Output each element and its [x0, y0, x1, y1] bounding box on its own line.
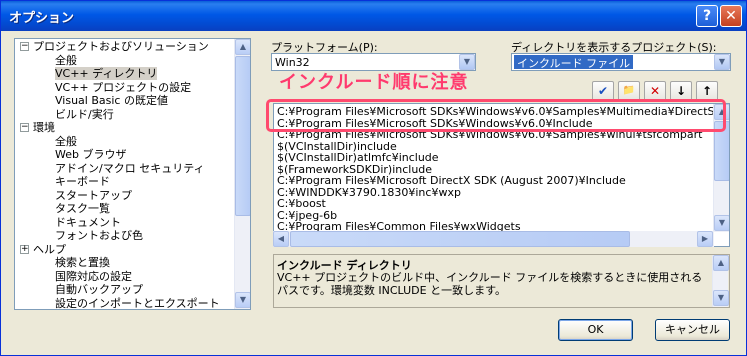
- folder-icon: 📁: [622, 85, 636, 96]
- close-button[interactable]: ✕: [720, 5, 742, 27]
- annotation-text: インクルード順に注意: [279, 72, 469, 93]
- description-scrollbar[interactable]: ▲ ▼: [712, 255, 729, 307]
- collapse-icon[interactable]: −: [20, 42, 29, 51]
- new-line-button[interactable]: 📁: [618, 81, 640, 101]
- scroll-up-button[interactable]: ▲: [713, 255, 729, 271]
- tree-item[interactable]: 環境: [33, 121, 55, 134]
- tree-vertical-scrollbar[interactable]: ▲ ▼: [234, 39, 250, 309]
- tree-item[interactable]: アドイン/マクロ セキュリティ: [55, 162, 205, 175]
- scroll-down-button[interactable]: ▼: [713, 290, 729, 306]
- scroll-down-button[interactable]: ▼: [235, 292, 250, 308]
- expand-icon[interactable]: +: [20, 244, 29, 254]
- scroll-down-button[interactable]: ▼: [714, 215, 729, 231]
- collapse-icon[interactable]: −: [20, 123, 29, 132]
- tree-item[interactable]: 全般: [55, 54, 77, 67]
- arrow-up-icon: ↑: [701, 84, 713, 98]
- tree-item[interactable]: キーボード: [55, 175, 110, 188]
- delete-line-button[interactable]: ✕: [644, 81, 666, 101]
- tree-item[interactable]: Web ブラウザ: [55, 148, 126, 161]
- description-panel: インクルード ディレクトリ VC++ プロジェクトのビルド中、インクルード ファ…: [273, 254, 730, 308]
- show-dirs-value: インクルード ファイル: [514, 55, 634, 70]
- dialog-title: オプション: [9, 11, 75, 26]
- options-dialog: オプション ? ✕ − プロジェクトおよびソリューション 全般 VC++ ディレクトリ…: [0, 0, 747, 356]
- tree-item[interactable]: フォントおよび色: [55, 229, 143, 242]
- tree-item[interactable]: 国際対応の設定: [55, 270, 132, 283]
- scroll-right-button[interactable]: ▶: [697, 231, 713, 247]
- move-up-button[interactable]: ↑: [696, 81, 718, 101]
- tree-item[interactable]: VC++ プロジェクトの設定: [55, 81, 191, 94]
- check-path-button[interactable]: ✔: [592, 81, 614, 101]
- tree-item[interactable]: 検索と置換: [55, 256, 110, 269]
- check-icon: ✔: [597, 84, 609, 98]
- help-button[interactable]: ?: [696, 5, 718, 27]
- ok-button[interactable]: OK: [558, 319, 633, 341]
- tree-item[interactable]: VC++ ディレクトリ: [55, 67, 158, 80]
- scroll-left-button[interactable]: ◀: [273, 231, 289, 247]
- show-dirs-select[interactable]: インクルード ファイル ▼: [511, 53, 731, 71]
- tree-item[interactable]: 設定のインポートとエクスポート: [55, 297, 220, 310]
- delete-icon: ✕: [649, 84, 661, 98]
- options-tree[interactable]: − プロジェクトおよびソリューション 全般 VC++ ディレクトリ VC++ プロジェク…: [14, 38, 251, 310]
- close-icon: ✕: [725, 8, 737, 24]
- move-down-button[interactable]: ↓: [670, 81, 692, 101]
- cancel-button[interactable]: キャンセル: [655, 319, 730, 341]
- scroll-thumb[interactable]: [290, 231, 630, 247]
- description-text: VC++ プロジェクトのビルド中、インクルード ファイルを検索するときに使用され…: [277, 271, 703, 297]
- title-bar[interactable]: オプション ? ✕: [1, 1, 746, 31]
- tree-item[interactable]: Visual Basic の既定値: [55, 94, 168, 107]
- tree-item[interactable]: 全般: [55, 135, 77, 148]
- tree-item[interactable]: ビルド/実行: [55, 108, 114, 121]
- arrow-down-icon: ↓: [675, 84, 687, 98]
- tree-item[interactable]: ヘルプ: [33, 243, 66, 256]
- tree-item[interactable]: タスク一覧: [55, 202, 110, 215]
- tree-item[interactable]: スタートアップ: [55, 189, 132, 202]
- list-horizontal-scrollbar[interactable]: ◀ ▶: [273, 231, 714, 247]
- scroll-thumb[interactable]: [235, 56, 250, 216]
- tree-item[interactable]: 自動バックアップ: [55, 283, 143, 296]
- annotation-highlight-box: [266, 99, 726, 132]
- tree-item[interactable]: ドキュメント: [55, 216, 121, 229]
- help-icon: ?: [702, 8, 712, 24]
- tree-item[interactable]: プロジェクトおよびソリューション: [33, 40, 209, 53]
- chevron-down-icon[interactable]: ▼: [714, 54, 730, 70]
- scroll-up-button[interactable]: ▲: [235, 39, 250, 55]
